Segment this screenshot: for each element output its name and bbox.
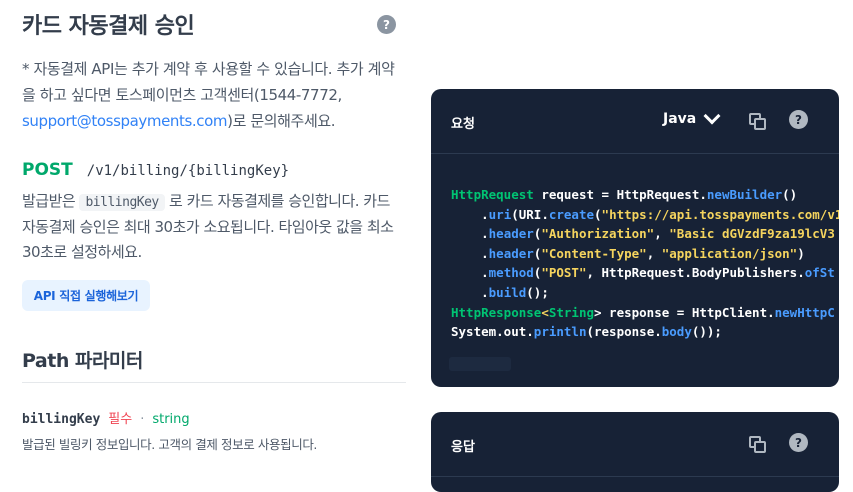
help-icon[interactable]: ?	[789, 433, 808, 452]
code-token: "POST"	[541, 265, 587, 281]
endpoint-description: 발급받은 billingKey 로 카드 자동결제를 승인합니다. 카드 자동결…	[22, 189, 407, 265]
code-token: "https://api.tosspayments.com/v1	[601, 206, 839, 222]
language-select[interactable]: Java	[663, 107, 721, 127]
code-token: ,	[654, 226, 670, 242]
path-params-title: Path 파라미터	[22, 350, 143, 372]
help-icon[interactable]: ?	[789, 110, 808, 129]
code-scroll-hint	[449, 357, 511, 371]
code-token: "Basic dGVzdF9za19lcV3	[669, 226, 835, 242]
code-token: ofSt	[804, 265, 835, 281]
code-token: String	[548, 304, 594, 320]
code-token: System.out.	[451, 324, 534, 340]
code-token: <	[541, 304, 549, 320]
param-row: billingKey 필수 · string	[22, 408, 190, 427]
code-token: "Authorization"	[541, 226, 655, 242]
code-token: , HttpRequest.BodyPublishers.	[586, 265, 805, 281]
code-token: (response.	[586, 324, 662, 340]
endpoint-desc-lead: 발급받은	[22, 192, 76, 210]
code-token: > response = HttpClient.	[594, 304, 775, 320]
code-token: .	[451, 206, 489, 222]
code-token: uri	[488, 206, 512, 222]
copy-icon[interactable]	[749, 436, 766, 453]
request-panel-header: 요청 Java ?	[431, 89, 839, 154]
http-method: POST	[22, 160, 73, 180]
description-tail: )로 문의해주세요.	[227, 112, 336, 130]
response-panel-title: 응답	[451, 440, 475, 455]
chevron-down-icon	[703, 107, 721, 125]
endpoint-path: /v1/billing/{billingKey}	[86, 163, 290, 179]
code-token: "application/json"	[661, 245, 798, 261]
copy-icon[interactable]	[749, 113, 766, 130]
code-token: method	[488, 265, 534, 281]
page-title: 카드 자동결제 승인	[22, 14, 195, 39]
response-code-panel: 응답 ?	[431, 412, 839, 492]
code-token: (	[594, 206, 602, 222]
request-code-panel: 요청 Java ? HttpRequest request = HttpRequ…	[431, 89, 839, 387]
code-token: (URI.	[511, 206, 549, 222]
code-token: header	[488, 226, 534, 242]
code-token: build	[488, 284, 527, 300]
code-token: newHttpC	[774, 304, 835, 320]
code-block: HttpRequest request = HttpRequest.newBui…	[451, 185, 839, 342]
try-api-button[interactable]: API 직접 실행해보기	[22, 280, 150, 311]
code-token: HttpResponse	[451, 304, 542, 320]
section-divider	[22, 382, 406, 383]
support-email-link[interactable]: support@tosspayments.com	[22, 112, 228, 130]
code-token: ()	[782, 187, 798, 202]
param-name: billingKey	[22, 412, 101, 427]
endpoint: POST /v1/billing/{billingKey}	[22, 160, 289, 180]
response-panel-header: 응답 ?	[431, 412, 839, 477]
endpoint-desc-rest: 로 카드 자동결제를 승인합니다. 카드 자동결제 승인은 최대 30초가 소요…	[22, 192, 394, 261]
description-text: * 자동결제 API는 추가 계약 후 사용할 수 있습니다. 추가 계약을 하…	[22, 60, 395, 104]
code-token: HttpRequest	[451, 187, 534, 202]
code-token: ();	[526, 284, 549, 300]
language-label: Java	[663, 111, 697, 127]
code-token: header	[488, 245, 534, 261]
description: * 자동결제 API는 추가 계약 후 사용할 수 있습니다. 추가 계약을 하…	[22, 56, 402, 134]
param-type: string	[152, 412, 190, 427]
code-token: ,	[646, 245, 662, 261]
code-token: ());	[691, 324, 722, 340]
param-description: 발급된 빌링키 정보입니다. 고객의 결제 정보로 사용됩니다.	[22, 437, 317, 452]
code-token: newBuilder	[706, 187, 783, 202]
billingkey-chip: billingKey	[79, 194, 165, 211]
code-token: )	[797, 245, 805, 261]
code-token: .	[451, 284, 489, 300]
help-icon[interactable]: ?	[377, 15, 396, 34]
code-token: "Content-Type"	[541, 245, 647, 261]
param-required: 필수	[108, 412, 133, 427]
code-token: println	[533, 324, 587, 340]
param-separator: ·	[140, 412, 145, 427]
code-token: create	[548, 206, 595, 222]
docs-content: 카드 자동결제 승인 ? * 자동결제 API는 추가 계약 후 사용할 수 있…	[0, 0, 430, 477]
code-token: .	[451, 245, 489, 261]
request-panel-title: 요청	[451, 117, 475, 132]
code-token: body	[661, 324, 692, 340]
code-token: request = HttpRequest.	[533, 187, 707, 202]
code-token: .	[451, 226, 489, 242]
code-token: .	[451, 265, 489, 281]
